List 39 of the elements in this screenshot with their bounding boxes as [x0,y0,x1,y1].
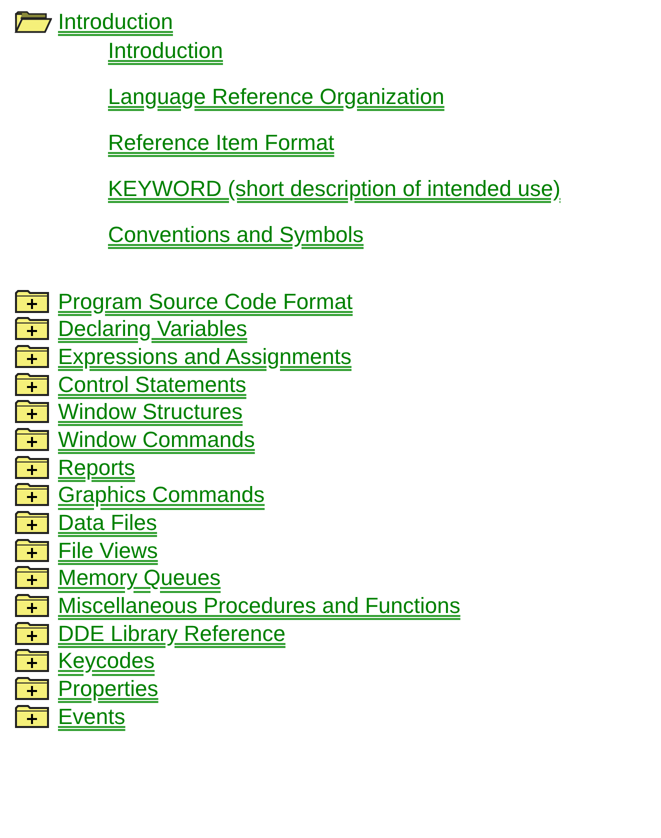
folder-plus-icon[interactable] [14,456,52,480]
folder-plus-icon[interactable] [14,538,52,563]
folder-plus-icon[interactable] [14,594,52,618]
book-link[interactable]: Expressions and Assignments [52,344,352,370]
book-link[interactable]: Miscellaneous Procedures and Functions [52,593,460,620]
folder-plus-icon[interactable] [14,566,52,590]
folder-plus-icon[interactable] [14,290,52,314]
book-link[interactable]: Properties [52,676,158,702]
book-link[interactable]: Declaring Variables [52,316,248,342]
open-folder-icon[interactable] [14,10,52,34]
folder-plus-icon[interactable] [14,649,52,674]
book-link[interactable]: Control Statements [52,372,246,398]
book-link[interactable]: Reports [52,454,136,481]
book-link[interactable]: Window Commands [52,426,255,453]
book-link[interactable]: Window Structures [52,399,243,426]
folder-plus-icon[interactable] [14,483,52,508]
folder-plus-icon[interactable] [14,372,52,397]
folder-plus-icon[interactable] [14,677,52,702]
folder-plus-icon[interactable] [14,344,52,369]
folder-plus-icon[interactable] [14,428,52,452]
book-link[interactable]: Graphics Commands [52,482,265,508]
book-link[interactable]: Program Source Code Format [52,288,353,315]
folder-plus-icon[interactable] [14,317,52,342]
book-link[interactable]: File Views [52,538,158,564]
folder-plus-icon[interactable] [14,622,52,646]
book-link[interactable]: Events [52,704,126,730]
topic-link[interactable]: Reference Item Format [108,130,334,156]
book-link[interactable]: DDE Library Reference [52,620,286,647]
folder-plus-icon[interactable] [14,511,52,536]
topic-link[interactable]: Conventions and Symbols [108,222,364,248]
topic-link[interactable]: Introduction [108,38,223,64]
book-link[interactable]: Memory Queues [52,565,221,592]
folder-plus-icon[interactable] [14,400,52,424]
book-link[interactable]: Keycodes [52,648,155,674]
book-link[interactable]: Introduction [52,8,173,35]
book-link[interactable]: Data Files [52,510,158,536]
folder-plus-icon[interactable] [14,704,52,729]
topic-link[interactable]: KEYWORD (short description of intended use) [108,176,560,202]
topic-link[interactable]: Language Reference Organization [108,84,444,110]
